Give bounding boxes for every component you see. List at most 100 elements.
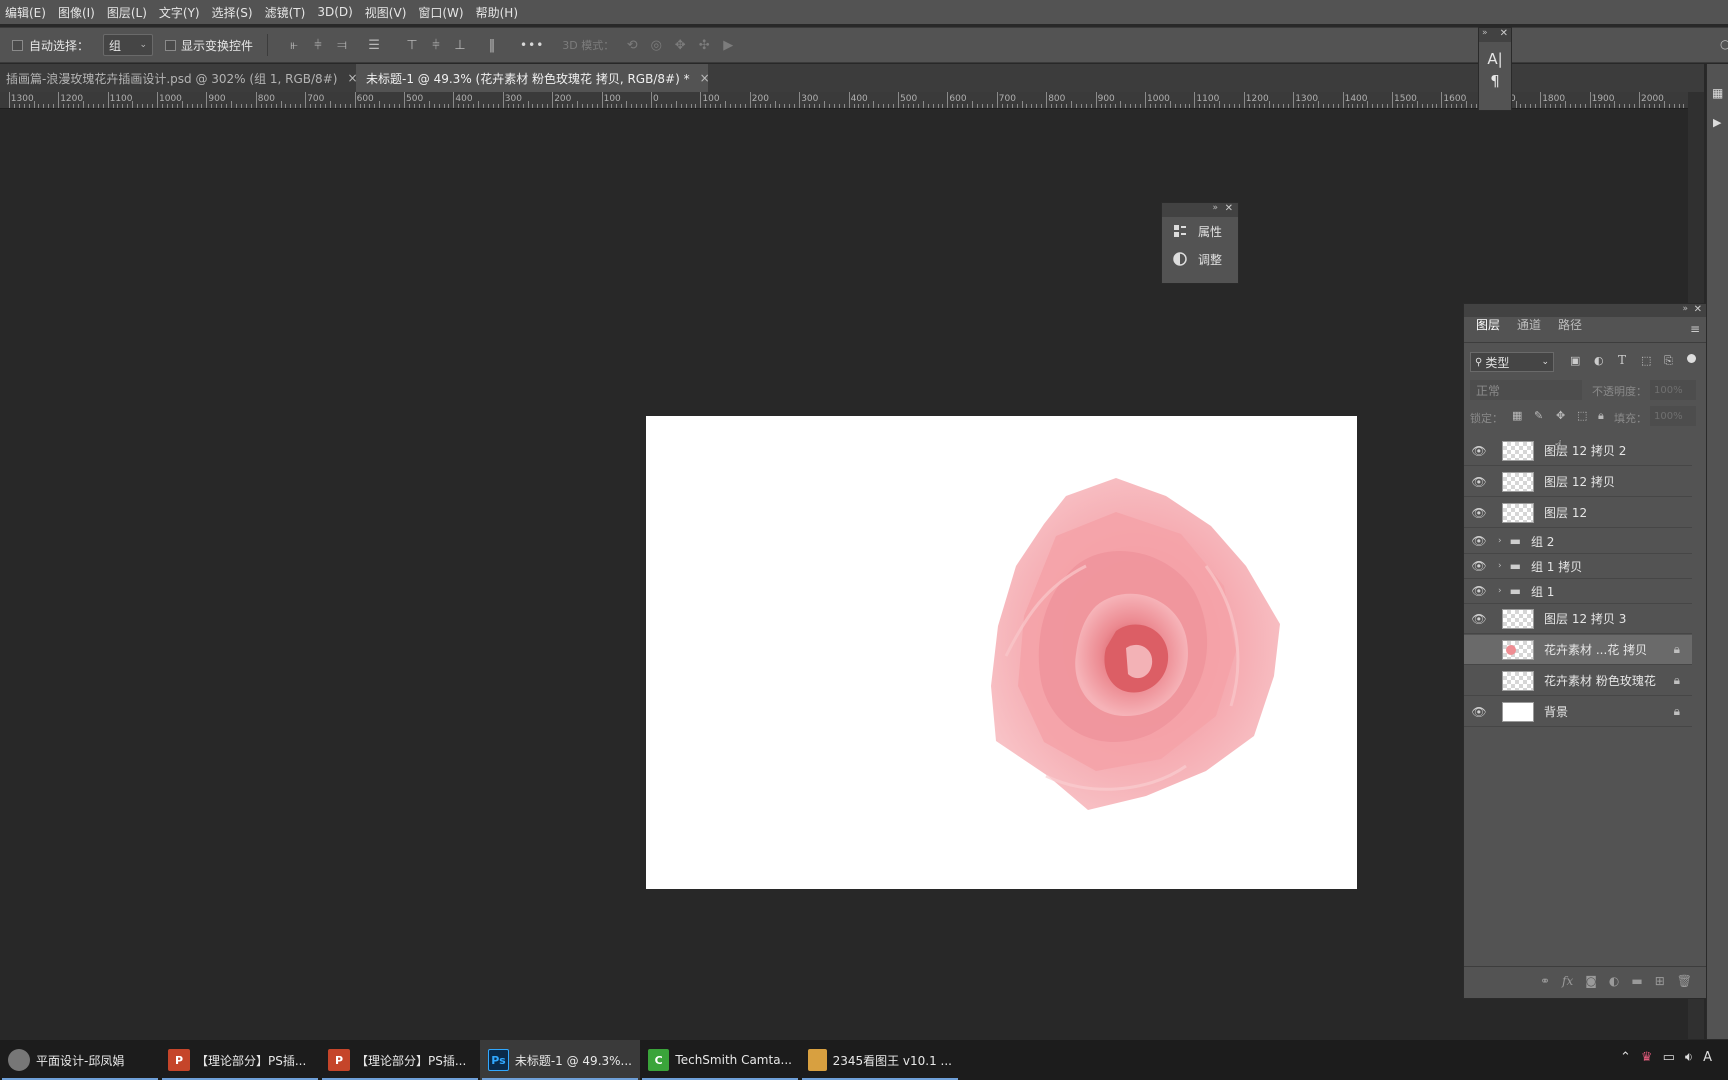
filter-kind-dropdown[interactable]: ⚲ 类型 ⌄ <box>1470 352 1554 372</box>
volume-icon[interactable]: 🔉︎ <box>1685 1050 1693 1065</box>
menu-item[interactable]: 帮助(H) <box>471 4 525 21</box>
adjustment-icon[interactable]: ◐ <box>1609 974 1619 988</box>
taskbar-item-image-viewer[interactable]: 2345看图王 v10.1 ... <box>800 1040 960 1080</box>
panel-header[interactable]: » ✕ <box>1162 203 1238 217</box>
eye-icon[interactable]: 👁︎ <box>1464 534 1494 548</box>
layer-row[interactable]: 👁︎ 图层 12 拷贝 3 <box>1464 604 1692 634</box>
blend-mode-dropdown[interactable]: 正常 <box>1470 380 1582 400</box>
layer-row[interactable]: 👁︎ 图层 12 拷贝 2 <box>1464 436 1692 466</box>
drag-3d-icon[interactable]: ✥ <box>668 38 692 53</box>
character-icon[interactable]: A| <box>1479 50 1511 68</box>
taskbar-item-avatar[interactable]: 平面设计-邱凤娟 <box>0 1040 160 1080</box>
tab-layers[interactable]: 图层 <box>1470 316 1511 342</box>
menu-item[interactable]: 图层(L) <box>102 4 154 21</box>
trash-icon[interactable]: 🗑︎ <box>1677 974 1692 988</box>
align-bottom-icon[interactable]: ⊥ <box>448 38 472 53</box>
align-top-icon[interactable]: ⊤ <box>400 38 424 53</box>
auto-select-dropdown[interactable]: 组 ⌄ <box>103 34 154 56</box>
panel-header[interactable]: » ✕ <box>1479 28 1511 42</box>
layer-row[interactable]: 花卉素材 粉色玫瑰花 🔒︎ <box>1464 666 1692 696</box>
document-canvas[interactable] <box>646 416 1357 889</box>
folder-icon[interactable]: ▬ <box>1631 974 1642 988</box>
filter-pixel-icon[interactable]: ▣ <box>1570 354 1580 367</box>
tab-paths[interactable]: 路径 <box>1552 316 1593 342</box>
orbit-3d-icon[interactable]: ⟲ <box>620 38 644 53</box>
input-method-indicator[interactable]: A <box>1703 1050 1712 1065</box>
menu-item[interactable]: 滤镜(T) <box>260 4 313 21</box>
taskbar-item-ppt-1[interactable]: P 【理论部分】PS插... <box>160 1040 320 1080</box>
menu-item[interactable]: 视图(V) <box>360 4 414 21</box>
distribute-icon[interactable]: ☰ <box>362 38 386 53</box>
align-left-icon[interactable]: ⫦ <box>282 38 306 53</box>
collapse-icon[interactable]: » <box>1482 28 1488 38</box>
fill-input[interactable]: 100% <box>1650 406 1696 426</box>
eye-icon[interactable]: 👁︎ <box>1464 506 1494 520</box>
eye-icon[interactable]: 👁︎ <box>1464 705 1494 719</box>
close-icon[interactable]: ✕ <box>1500 28 1508 39</box>
close-icon[interactable]: × <box>700 71 710 85</box>
align-right-icon[interactable]: ⫤ <box>330 38 354 53</box>
panel-menu-icon[interactable]: ≡ <box>1690 322 1700 336</box>
close-icon[interactable]: ✕ <box>1694 304 1702 315</box>
eye-icon[interactable]: 👁︎ <box>1464 612 1494 626</box>
expand-arrow-icon[interactable]: › <box>1498 561 1502 571</box>
filter-smart-object-icon[interactable]: ⎘ <box>1664 354 1673 368</box>
menu-item[interactable]: 图像(I) <box>53 4 102 21</box>
menu-item[interactable]: 文字(Y) <box>154 4 207 21</box>
paragraph-icon[interactable]: ¶ <box>1479 72 1511 90</box>
auto-select-checkbox[interactable] <box>12 39 23 51</box>
menu-item[interactable]: 3D(D) <box>312 5 359 19</box>
panel-toggle-icon[interactable]: ▦ <box>1712 86 1723 100</box>
chevron-up-icon[interactable]: ⌃ <box>1620 1050 1631 1065</box>
show-transform-checkbox[interactable] <box>165 39 177 51</box>
app-tray-icon[interactable]: ♛ <box>1641 1050 1653 1065</box>
eye-icon[interactable]: 👁︎ <box>1464 444 1494 458</box>
eye-icon[interactable]: 👁︎ <box>1464 475 1494 489</box>
collapse-icon[interactable]: » <box>1212 203 1218 213</box>
tab-untitled-1[interactable]: 未标题-1 @ 49.3% (花卉素材 粉色玫瑰花 拷贝, RGB/8#) * … <box>356 64 710 92</box>
opacity-input[interactable]: 100% <box>1650 380 1696 400</box>
layer-row-selected[interactable]: 花卉素材 ...花 拷贝 🔒︎ <box>1464 635 1692 665</box>
distribute-vertical-icon[interactable]: ‖ <box>480 38 504 53</box>
link-icon[interactable]: ⚭ <box>1540 974 1550 988</box>
panel-header[interactable]: » ✕ <box>1464 304 1706 317</box>
lock-artboard-icon[interactable]: ⬚ <box>1577 409 1587 422</box>
new-layer-icon[interactable]: ⊞ <box>1655 974 1665 988</box>
filter-type-icon[interactable]: T <box>1618 353 1626 367</box>
group-row[interactable]: 👁︎ › ▬ 组 1 拷贝 <box>1464 554 1692 579</box>
layer-row[interactable]: 👁︎ 图层 12 拷贝 <box>1464 467 1692 497</box>
menu-item[interactable]: 编辑(E) <box>0 4 53 21</box>
layer-row[interactable]: 👁︎ 背景 🔒︎ <box>1464 697 1692 727</box>
group-row[interactable]: 👁︎ › ▬ 组 2 <box>1464 529 1692 554</box>
slide-3d-icon[interactable]: ✣ <box>692 38 716 53</box>
taskbar-item-ppt-2[interactable]: P 【理论部分】PS插... <box>320 1040 480 1080</box>
properties-button[interactable]: 属性 <box>1162 217 1238 245</box>
filter-shape-icon[interactable]: ⬚ <box>1641 354 1651 367</box>
filter-toggle-icon[interactable] <box>1687 354 1696 363</box>
close-icon[interactable]: ✕ <box>1225 203 1233 214</box>
taskbar-item-photoshop[interactable]: Ps 未标题-1 @ 49.3%... <box>480 1040 640 1080</box>
taskbar-item-camtasia[interactable]: C TechSmith Camta... <box>640 1040 800 1080</box>
adjustments-button[interactable]: 调整 <box>1162 245 1238 273</box>
play-icon[interactable]: ▶ <box>1713 116 1721 129</box>
lock-position-icon[interactable]: ✥ <box>1556 409 1565 422</box>
group-row[interactable]: 👁︎ › ▬ 组 1 <box>1464 579 1692 604</box>
camera-3d-icon[interactable]: ▶ <box>716 38 740 53</box>
collapse-icon[interactable]: » <box>1682 304 1688 314</box>
mask-icon[interactable]: ◙ <box>1585 974 1597 988</box>
lock-transparent-icon[interactable]: ▦ <box>1512 409 1522 422</box>
menu-item[interactable]: 选择(S) <box>207 4 260 21</box>
align-hcenter-icon[interactable]: ⫩ <box>306 38 330 53</box>
tab-channels[interactable]: 通道 <box>1511 316 1552 342</box>
roll-3d-icon[interactable]: ◎ <box>644 38 668 53</box>
eye-icon[interactable]: 👁︎ <box>1464 559 1494 573</box>
eye-icon[interactable]: 👁︎ <box>1464 584 1494 598</box>
filter-adjustment-icon[interactable]: ◐ <box>1594 354 1604 367</box>
expand-arrow-icon[interactable]: › <box>1498 586 1502 596</box>
expand-arrow-icon[interactable]: › <box>1498 536 1502 546</box>
lock-paint-icon[interactable]: ✎ <box>1534 409 1543 422</box>
align-vcenter-icon[interactable]: ⫩ <box>424 38 448 53</box>
lock-all-icon[interactable]: 🔒︎ <box>1598 409 1604 423</box>
more-options-button[interactable]: ••• <box>520 38 544 52</box>
search-icon[interactable]: ○ <box>1720 37 1728 51</box>
